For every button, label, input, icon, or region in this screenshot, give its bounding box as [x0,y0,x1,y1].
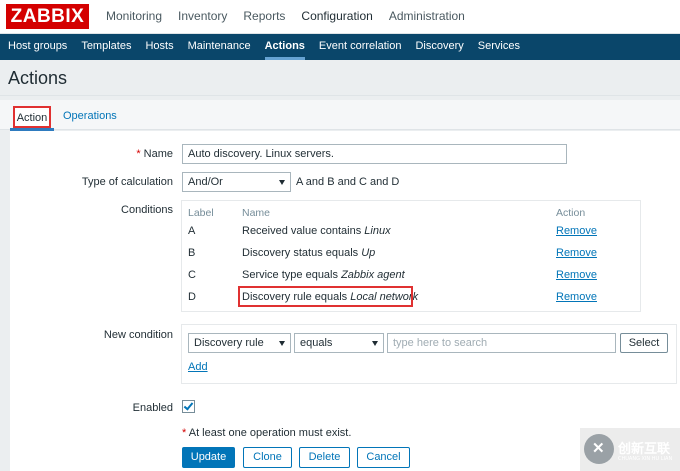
condition-label: C [188,269,196,281]
chevron-down-icon [372,341,378,346]
condition-remove-link[interactable]: Remove [556,269,597,281]
condition-label: B [188,247,196,259]
main-nav-inventory[interactable]: Inventory [170,0,235,34]
name-input[interactable]: Auto discovery. Linux servers. [182,144,567,164]
conditions-table: Label Name Action A Received value conta… [181,200,641,312]
sub-nav: Host groups Templates Hosts Maintenance … [0,34,680,60]
operations-warning: * At least one operation must exist. [182,427,352,439]
main-nav-reports[interactable]: Reports [235,0,293,34]
sub-nav-actions[interactable]: Actions [258,34,312,60]
sub-nav-maintenance[interactable]: Maintenance [181,34,258,60]
condition-label: D [188,291,196,303]
new-condition-box: Discovery rule equals type here to searc… [181,324,677,384]
main-nav: Monitoring Inventory Reports Configurati… [98,0,473,34]
condition-operator-value: equals [300,337,333,349]
enabled-checkbox[interactable] [182,400,195,413]
main-nav-administration[interactable]: Administration [381,0,473,34]
clone-button[interactable]: Clone [243,447,292,468]
watermark-title: 创新互联 [618,442,671,457]
tab-action[interactable]: Action [13,106,51,128]
condition-operator-select[interactable]: equals [294,333,384,353]
sub-nav-services[interactable]: Services [471,34,527,60]
checkmark-icon [183,400,194,411]
update-button[interactable]: Update [182,447,235,468]
sub-nav-discovery[interactable]: Discovery [408,34,470,60]
enabled-label: Enabled [132,402,173,414]
condition-name: Discovery status equals Up [242,247,376,259]
required-mark: * [136,148,141,160]
chevron-down-icon [279,180,285,185]
calc-type-value: And/Or [188,176,223,188]
condition-type-value: Discovery rule [194,337,264,349]
add-condition-link[interactable]: Add [188,361,208,373]
condition-remove-link[interactable]: Remove [556,225,597,237]
col-header-label: Label [188,207,214,219]
col-header-name: Name [242,207,271,219]
condition-highlight-box [238,286,413,307]
zabbix-logo[interactable]: ZABBIX [6,4,89,29]
sub-nav-hosts[interactable]: Hosts [138,34,180,60]
condition-value-search[interactable]: type here to search [387,333,616,353]
main-nav-monitoring[interactable]: Monitoring [98,0,170,34]
page-header: Actions [0,60,680,96]
condition-label: A [188,225,196,237]
condition-type-select[interactable]: Discovery rule [188,333,291,353]
chevron-down-icon [279,341,285,346]
sub-nav-host-groups[interactable]: Host groups [1,34,74,60]
watermark-subtitle: CHUANG XIN HU LIAN [618,456,673,462]
delete-button[interactable]: Delete [299,447,350,468]
calc-formula: A and B and C and D [296,176,400,188]
conditions-label: Conditions [121,204,173,216]
watermark: 创新互联 CHUANG XIN HU LIAN [580,428,680,471]
cancel-button[interactable]: Cancel [357,447,410,468]
main-nav-configuration[interactable]: Configuration [293,0,380,34]
action-form: * Name Auto discovery. Linux servers. Typ… [10,131,680,471]
col-header-action: Action [556,207,586,219]
condition-remove-link[interactable]: Remove [556,291,597,303]
condition-remove-link[interactable]: Remove [556,247,597,259]
sub-nav-templates[interactable]: Templates [74,34,138,60]
sub-nav-event-correlation[interactable]: Event correlation [312,34,409,60]
condition-name: Service type equals Zabbix agent [242,269,405,281]
tabs-bar: Action Operations [0,100,680,130]
tab-operations[interactable]: Operations [63,106,117,128]
watermark-logo-icon [584,434,614,464]
select-button[interactable]: Select [620,333,668,353]
calc-type-select[interactable]: And/Or [182,172,291,192]
condition-name: Received value contains Linux [242,225,391,237]
top-bar: ZABBIX Monitoring Inventory Reports Conf… [0,0,680,34]
name-label: * Name [136,148,173,160]
calc-type-label: Type of calculation [81,176,173,188]
new-condition-label: New condition [103,329,173,341]
page-title: Actions [8,68,68,88]
